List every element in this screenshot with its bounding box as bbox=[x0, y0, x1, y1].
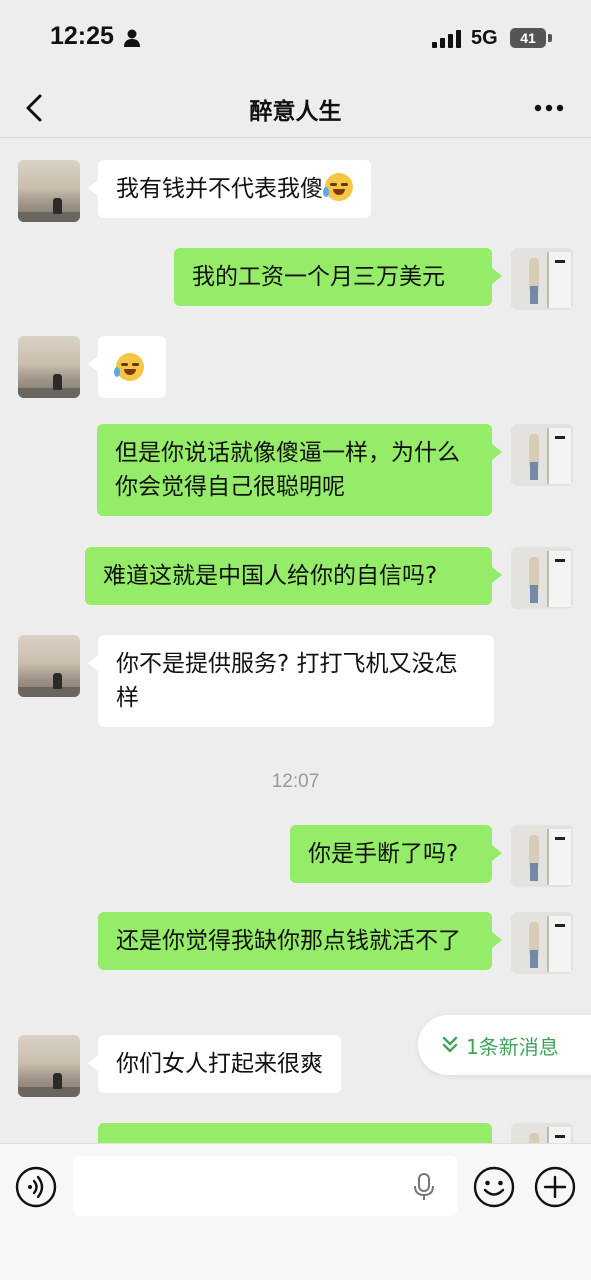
battery-tip bbox=[548, 34, 552, 42]
message-text: 你们女人打起来很爽 bbox=[116, 1051, 323, 1077]
battery-icon: 41 bbox=[510, 28, 546, 48]
plus-icon[interactable] bbox=[534, 1166, 576, 1208]
my-avatar[interactable] bbox=[511, 1123, 573, 1143]
new-messages-button[interactable]: 1条新消息 bbox=[418, 1015, 591, 1075]
message-input[interactable] bbox=[73, 1156, 457, 1216]
person-icon bbox=[124, 29, 140, 47]
microphone-icon[interactable] bbox=[412, 1172, 436, 1202]
message-bubble[interactable]: 我的工资一个月三万美元 bbox=[174, 248, 502, 306]
message-bubble[interactable]: 你们女人打起来很爽 bbox=[88, 1035, 341, 1093]
message-text: 我有钱并不代表我傻 bbox=[116, 176, 323, 202]
message-bubble[interactable]: 但是你说话就像傻逼一样，为什么你会觉得自己很聪明呢 bbox=[97, 424, 502, 516]
network-type: 5G bbox=[471, 27, 498, 49]
my-avatar[interactable] bbox=[511, 424, 573, 486]
emoji-icon[interactable] bbox=[473, 1166, 515, 1208]
message-list[interactable]: 我有钱并不代表我傻 我的工资一个月三万美元 但是你说话就像傻逼一样，为什么你会觉… bbox=[0, 139, 591, 1143]
status-bar: 12:25 5G 41 bbox=[0, 0, 591, 78]
chat-header: 醉意人生 bbox=[0, 78, 591, 138]
laugh-cry-emoji-icon bbox=[114, 353, 144, 381]
message-text: 还是你觉得我缺你那点钱就活不了 bbox=[116, 928, 461, 954]
message-text: 我的工资一个月三万美元 bbox=[192, 264, 445, 290]
my-avatar[interactable] bbox=[511, 248, 573, 310]
signal-icon bbox=[432, 30, 461, 48]
input-bar bbox=[0, 1143, 591, 1280]
message-bubble[interactable]: 你不是提供服务? 打打飞机又没怎样 bbox=[88, 635, 494, 727]
laugh-cry-emoji-icon bbox=[323, 173, 353, 201]
my-avatar[interactable] bbox=[511, 547, 573, 609]
message-text: 你是手断了吗? bbox=[308, 841, 459, 867]
my-avatar[interactable] bbox=[511, 825, 573, 887]
my-avatar[interactable] bbox=[511, 912, 573, 974]
contact-avatar[interactable] bbox=[18, 1035, 80, 1097]
message-bubble[interactable]: 难道这就是中国人给你的自信吗? bbox=[85, 547, 502, 605]
contact-avatar[interactable] bbox=[18, 336, 80, 398]
new-messages-label: 1条新消息 bbox=[466, 1034, 559, 1059]
chat-title: 醉意人生 bbox=[249, 99, 342, 125]
message-timestamp: 12:07 bbox=[271, 771, 320, 792]
message-bubble[interactable]: 我有钱并不代表我傻 bbox=[88, 160, 371, 218]
message-bubble[interactable] bbox=[88, 336, 166, 398]
message-text: 难道这就是中国人给你的自信吗? bbox=[103, 563, 438, 589]
message-bubble[interactable]: 你是手断了吗? bbox=[290, 825, 502, 883]
message-text: 但是你说话就像傻逼一样，为什么你会觉得自己很聪明呢 bbox=[115, 440, 460, 500]
voice-input-icon[interactable] bbox=[15, 1166, 57, 1208]
message-text: 你不是提供服务? 打打飞机又没怎样 bbox=[116, 651, 458, 711]
status-time: 12:25 bbox=[50, 22, 114, 50]
contact-avatar[interactable] bbox=[18, 160, 80, 222]
message-bubble-partial[interactable] bbox=[98, 1123, 492, 1143]
message-bubble[interactable]: 还是你觉得我缺你那点钱就活不了 bbox=[98, 912, 502, 970]
double-chevron-down-icon bbox=[442, 1036, 458, 1053]
more-options-icon[interactable] bbox=[531, 92, 567, 124]
contact-avatar[interactable] bbox=[18, 635, 80, 697]
